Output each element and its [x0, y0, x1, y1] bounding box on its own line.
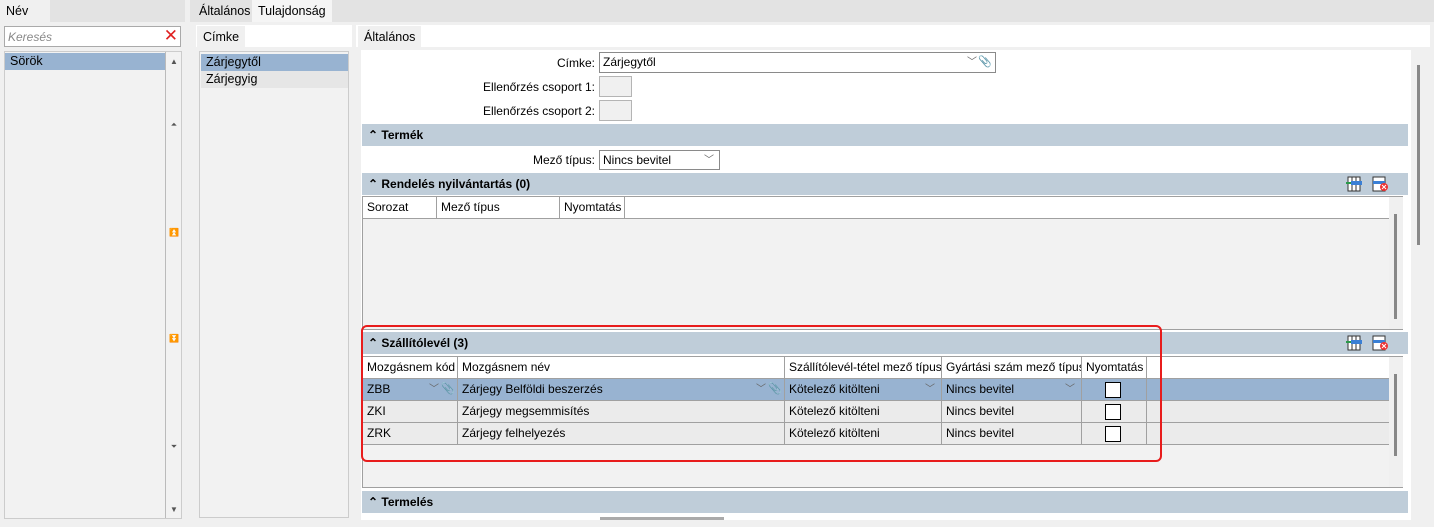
csoport1-label: Ellenőrzés csoport 1: — [482, 80, 595, 94]
section-title: Rendelés nyilvántartás (0) — [381, 177, 531, 191]
section-rendeles[interactable]: ⌃ Rendelés nyilvántartás (0) — [362, 173, 1408, 195]
chevron-down-icon[interactable]: ﹀ — [967, 53, 977, 72]
csoport1-field[interactable] — [599, 76, 632, 97]
highlight-box — [361, 325, 1162, 462]
remove-column-icon[interactable] — [1371, 335, 1389, 351]
tab-tulajdonsag[interactable]: Tulajdonság — [252, 0, 332, 22]
page-up-icon[interactable]: ⏫ — [166, 228, 182, 237]
detail-tabbar — [356, 25, 1430, 47]
scroll-top-icon[interactable]: ⏶ — [166, 120, 182, 130]
list-scrollbar[interactable]: ▲ ⏶ ⏫ ⏬ ⏷ ▼ — [166, 52, 182, 518]
page-down-icon[interactable]: ⏬ — [166, 334, 182, 343]
search-input[interactable]: Keresés ✕ — [4, 26, 181, 47]
scroll-down-icon[interactable]: ▼ — [166, 505, 182, 514]
collapse-icon[interactable]: ⌃ — [368, 128, 381, 142]
section-title: Termék — [381, 128, 424, 142]
add-column-icon[interactable] — [1345, 335, 1363, 351]
chevron-down-icon[interactable]: ﹀ — [704, 151, 714, 170]
detail-scrollbar[interactable] — [1412, 50, 1426, 520]
clear-icon[interactable]: ✕ — [164, 26, 178, 46]
list-item[interactable]: Zárjegytől — [201, 54, 348, 71]
tab-cimke[interactable]: Címke — [197, 26, 246, 48]
section-termeles[interactable]: ⌃ Termelés — [362, 491, 1408, 513]
mezo-tipus-label: Mező típus: — [532, 153, 595, 167]
grid-scrollbar[interactable] — [1389, 357, 1403, 487]
rendeles-grid: Sorozat Mező típus Nyomtatás — [362, 196, 1403, 330]
add-column-icon[interactable] — [1345, 176, 1363, 192]
horizontal-scroll-thumb[interactable] — [600, 517, 724, 520]
tab-altalanos[interactable]: Általános — [193, 0, 256, 22]
collapse-icon[interactable]: ⌃ — [368, 177, 381, 191]
column-header[interactable]: Nyomtatás — [560, 197, 625, 218]
csoport2-label: Ellenőrzés csoport 2: — [482, 104, 595, 118]
tab-nev[interactable]: Név — [0, 0, 50, 22]
scroll-thumb[interactable] — [1394, 374, 1397, 456]
scroll-thumb[interactable] — [1394, 214, 1397, 319]
column-header[interactable]: Sorozat — [363, 197, 437, 218]
mezo-tipus-select[interactable]: Nincs bevitel ﹀ — [599, 150, 720, 170]
column-header[interactable]: Mező típus — [437, 197, 560, 218]
section-termek[interactable]: ⌃ Termék — [362, 124, 1408, 146]
collapse-icon[interactable]: ⌃ — [368, 495, 381, 509]
scroll-thumb[interactable] — [1417, 65, 1420, 245]
grid-scrollbar[interactable] — [1389, 197, 1403, 329]
cimke-label: Címke: — [556, 56, 595, 70]
cimke-value: Zárjegytől — [603, 55, 656, 69]
category-list: Sörök ▲ ⏶ ⏫ ⏬ ⏷ ▼ — [4, 51, 182, 519]
section-title: Termelés — [381, 495, 434, 509]
tab-detail-altalanos[interactable]: Általános — [358, 26, 422, 48]
main-tabbar — [190, 0, 1434, 22]
grid-header: Sorozat Mező típus Nyomtatás — [363, 197, 1402, 219]
cimke-list: Zárjegytől Zárjegyig — [199, 51, 349, 518]
mezo-tipus-value: Nincs bevitel — [603, 153, 672, 167]
list-item[interactable]: Zárjegyig — [201, 71, 348, 88]
remove-column-icon[interactable] — [1371, 176, 1389, 192]
list-item[interactable]: Sörök — [5, 53, 165, 70]
cimke-combobox[interactable]: Zárjegytől ﹀ 📎 — [599, 52, 996, 73]
paperclip-icon[interactable]: 📎 — [978, 53, 992, 72]
scroll-bottom-icon[interactable]: ⏷ — [166, 442, 182, 452]
csoport2-field[interactable] — [599, 100, 632, 121]
scroll-up-icon[interactable]: ▲ — [166, 57, 182, 66]
search-placeholder: Keresés — [8, 30, 53, 44]
